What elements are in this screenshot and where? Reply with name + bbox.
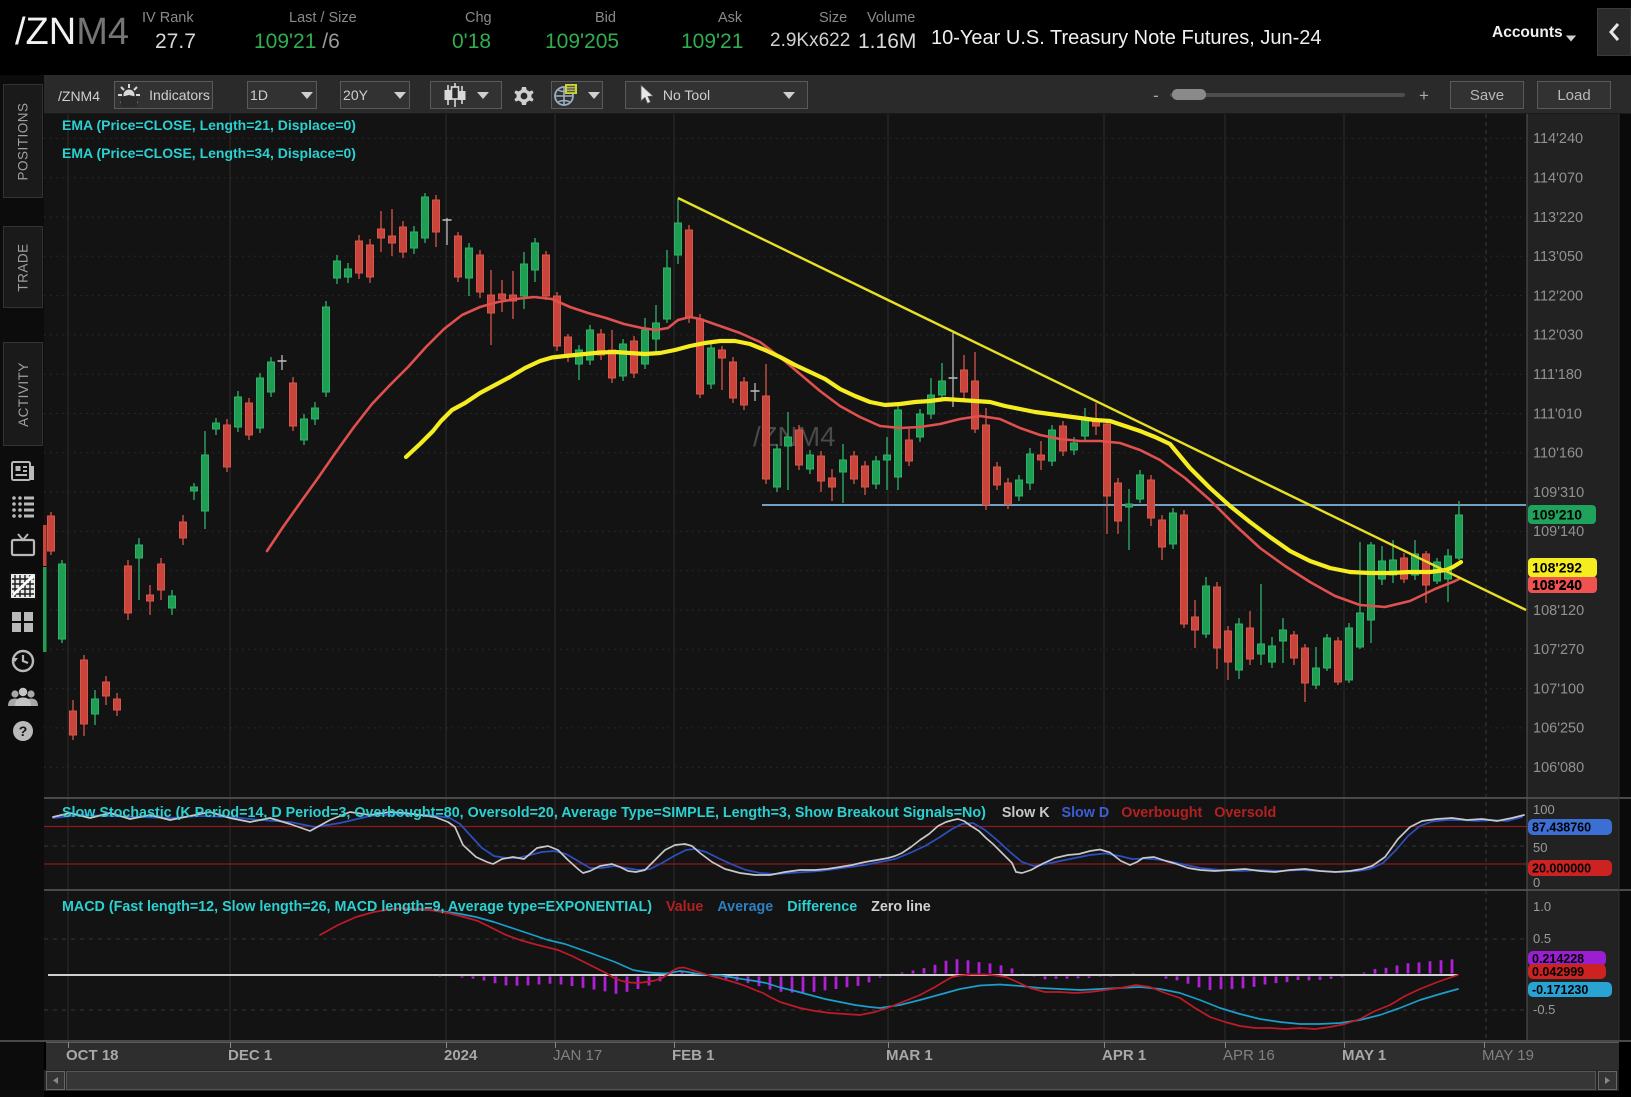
svg-text:110'160: 110'160 xyxy=(1533,446,1583,462)
svg-text:EMA (Price=CLOSE, Length=21, D: EMA (Price=CLOSE, Length=21, Displace=0) xyxy=(62,117,356,133)
svg-text:20.000000: 20.000000 xyxy=(1532,862,1591,876)
svg-text:113'220: 113'220 xyxy=(1533,210,1583,226)
svg-text:50: 50 xyxy=(1533,840,1547,855)
svg-text:108'292: 108'292 xyxy=(1532,560,1582,576)
svg-text:111'180: 111'180 xyxy=(1533,367,1582,383)
svg-text:108'120: 108'120 xyxy=(1533,603,1584,619)
svg-text:0.214228: 0.214228 xyxy=(1532,952,1584,966)
svg-text:1.0: 1.0 xyxy=(1533,899,1551,914)
svg-text:114'240: 114'240 xyxy=(1533,131,1583,147)
svg-text:111'010: 111'010 xyxy=(1533,406,1582,422)
svg-text:-0.171230: -0.171230 xyxy=(1532,983,1588,997)
svg-text:-0.5: -0.5 xyxy=(1533,1002,1555,1017)
svg-text:MACD (Fast length=12, Slow len: MACD (Fast length=12, Slow length=26, MA… xyxy=(62,899,931,915)
svg-text:106'250: 106'250 xyxy=(1533,721,1584,737)
svg-text:100: 100 xyxy=(1533,802,1555,817)
svg-text:106'080: 106'080 xyxy=(1533,760,1584,776)
svg-text:107'270: 107'270 xyxy=(1533,642,1584,658)
svg-text:112'030: 112'030 xyxy=(1533,328,1583,344)
svg-text:109'210: 109'210 xyxy=(1532,507,1582,523)
svg-text:112'200: 112'200 xyxy=(1533,288,1583,304)
svg-text:109'140: 109'140 xyxy=(1533,524,1584,540)
svg-text:87.438760: 87.438760 xyxy=(1532,821,1591,835)
svg-text:113'050: 113'050 xyxy=(1533,249,1583,265)
svg-text:114'070: 114'070 xyxy=(1533,171,1583,187)
svg-text:0.5: 0.5 xyxy=(1533,931,1551,946)
svg-text:0: 0 xyxy=(1533,875,1540,890)
svg-text:107'100: 107'100 xyxy=(1533,681,1584,697)
svg-text:EMA (Price=CLOSE, Length=34, D: EMA (Price=CLOSE, Length=34, Displace=0) xyxy=(62,145,356,161)
svg-text:Slow Stochastic (K Period=14,: Slow Stochastic (K Period=14, D Period=3… xyxy=(62,805,1276,821)
svg-text:109'310: 109'310 xyxy=(1533,485,1584,501)
svg-text:0.042999: 0.042999 xyxy=(1532,965,1584,979)
svg-text:108'240: 108'240 xyxy=(1532,577,1582,593)
